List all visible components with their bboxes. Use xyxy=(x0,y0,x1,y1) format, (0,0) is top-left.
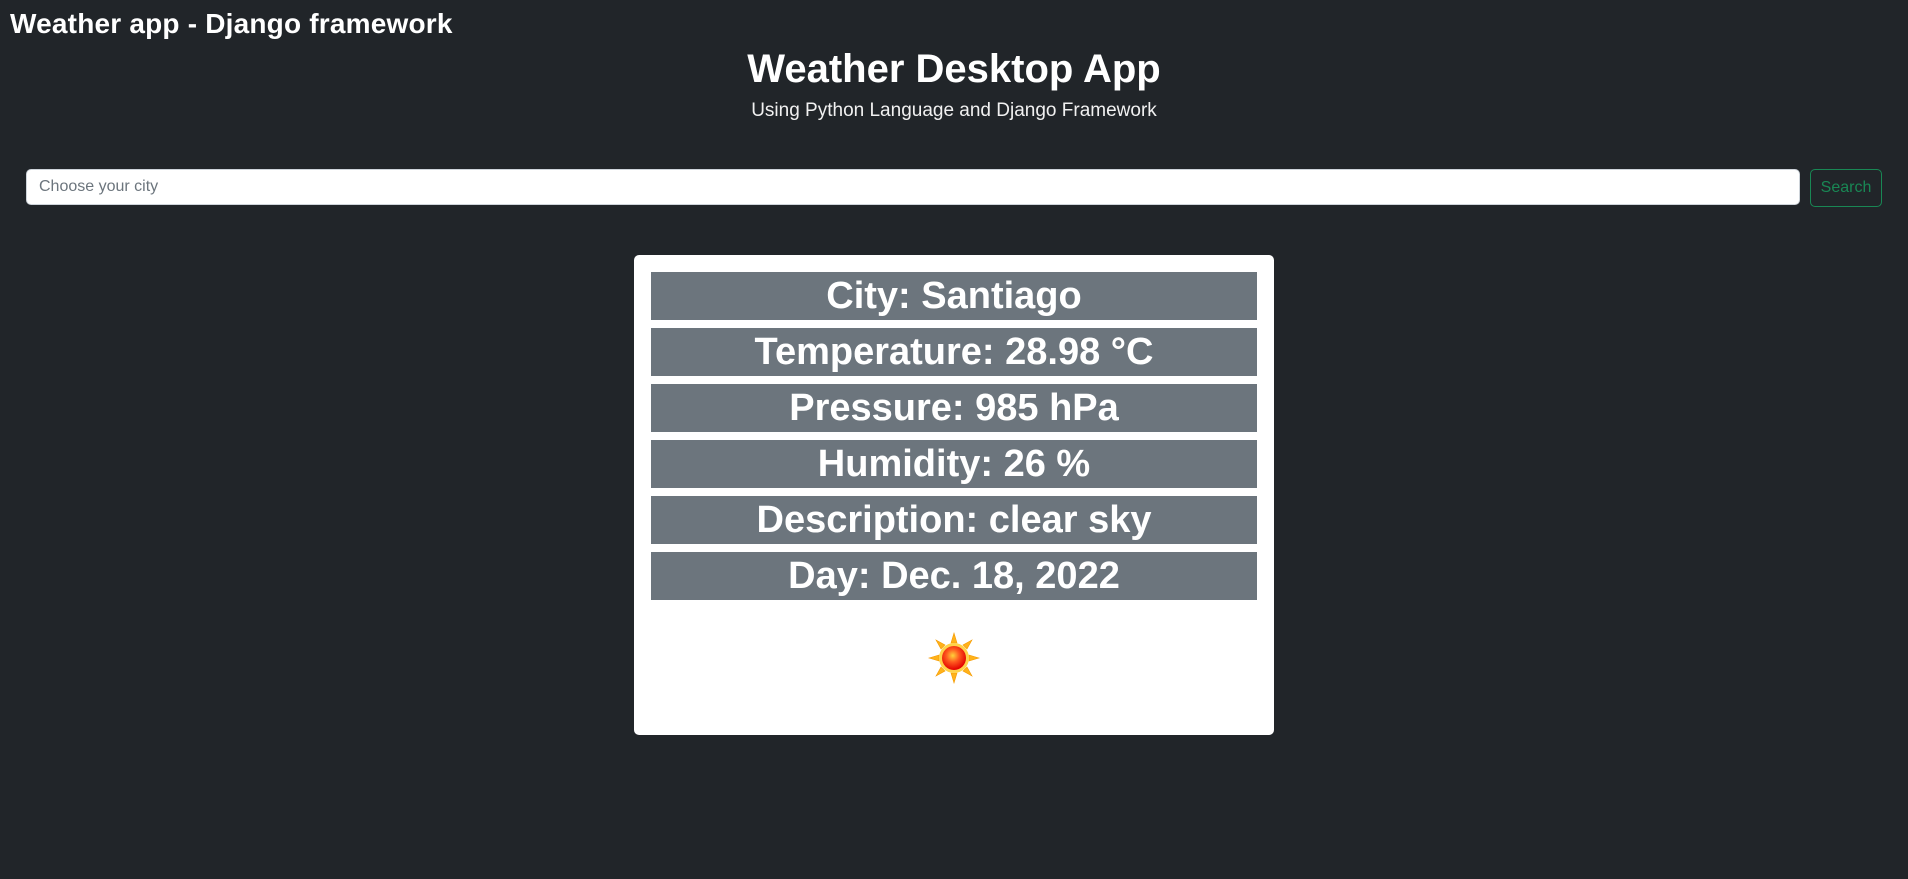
search-form: Search xyxy=(26,169,1882,207)
city-label: City: xyxy=(826,275,911,317)
page-title: Weather Desktop App xyxy=(747,47,1161,91)
humidity-label: Humidity: xyxy=(817,443,994,485)
city-value: Santiago xyxy=(921,275,1082,317)
city-row: City: Santiago xyxy=(651,272,1257,320)
temperature-row: Temperature: 28.98 °C xyxy=(651,328,1257,376)
temperature-label: Temperature: xyxy=(754,331,995,373)
humidity-row: Humidity: 26 % xyxy=(651,440,1257,488)
temperature-value: 28.98 °C xyxy=(1005,331,1154,373)
sun-icon xyxy=(927,631,981,685)
description-value: clear sky xyxy=(988,499,1152,541)
page-subtitle: Using Python Language and Django Framewo… xyxy=(751,100,1157,121)
city-search-input[interactable] xyxy=(26,169,1800,205)
day-row: Day: Dec. 18, 2022 xyxy=(651,552,1257,600)
description-label: Description: xyxy=(756,499,979,541)
search-button[interactable]: Search xyxy=(1810,169,1882,207)
app-title: Weather app - Django framework xyxy=(10,8,453,39)
weather-card: City: Santiago Temperature: 28.98 °C Press… xyxy=(634,255,1274,735)
pressure-label: Pressure: xyxy=(789,387,965,429)
weather-icon-container xyxy=(634,630,1274,686)
hero-header: Weather Desktop App Using Python Languag… xyxy=(0,44,1908,122)
description-row: Description: clear sky xyxy=(651,496,1257,544)
humidity-value: 26 % xyxy=(1003,443,1091,485)
pressure-row: Pressure: 985 hPa xyxy=(651,384,1257,432)
day-label: Day: xyxy=(788,555,871,597)
pressure-value: 985 hPa xyxy=(975,387,1119,429)
day-value: Dec. 18, 2022 xyxy=(881,555,1120,597)
